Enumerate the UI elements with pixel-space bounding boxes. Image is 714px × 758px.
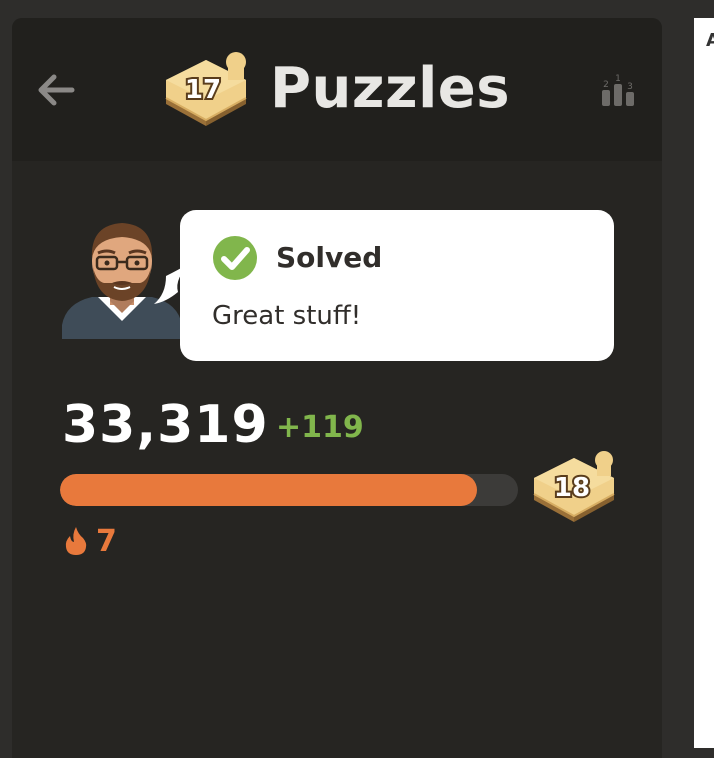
panel-header: 17 Puzzles 2 1 3: [12, 18, 662, 161]
leaderboard-podium-icon: 2 1 3: [602, 74, 634, 106]
adjacent-pane: A: [694, 18, 714, 748]
adjacent-pane-text: A: [706, 30, 714, 51]
result-status: Solved: [276, 241, 383, 274]
next-level-text: 18: [554, 473, 590, 503]
puzzle-rating: 33,319: [62, 395, 269, 455]
puzzles-panel: 17 Puzzles 2 1 3 Solved Great stuff! 33,…: [12, 18, 662, 758]
svg-text:3: 3: [627, 82, 633, 92]
next-level-puzzle-icon: 18: [533, 451, 615, 522]
result-message: Great stuff!: [212, 301, 362, 331]
rating-delta: +119: [276, 410, 364, 445]
back-button[interactable]: [36, 73, 76, 107]
check-circle-icon: [213, 236, 257, 280]
flame-icon: [65, 527, 87, 555]
svg-text:2: 2: [603, 80, 609, 90]
level-badge-text: 17: [185, 75, 221, 105]
streak-count: 7: [96, 524, 117, 559]
leaderboard-button[interactable]: 2 1 3: [598, 70, 638, 110]
result-bubble: Solved Great stuff!: [180, 210, 614, 361]
svg-text:1: 1: [615, 74, 621, 84]
rating-progress-bar: [60, 474, 518, 506]
puzzle-piece-level-icon: 17: [165, 52, 247, 126]
page-title: Puzzles: [270, 56, 511, 121]
rating-progress-fill: [60, 474, 477, 506]
arrow-left-icon: [38, 74, 75, 106]
